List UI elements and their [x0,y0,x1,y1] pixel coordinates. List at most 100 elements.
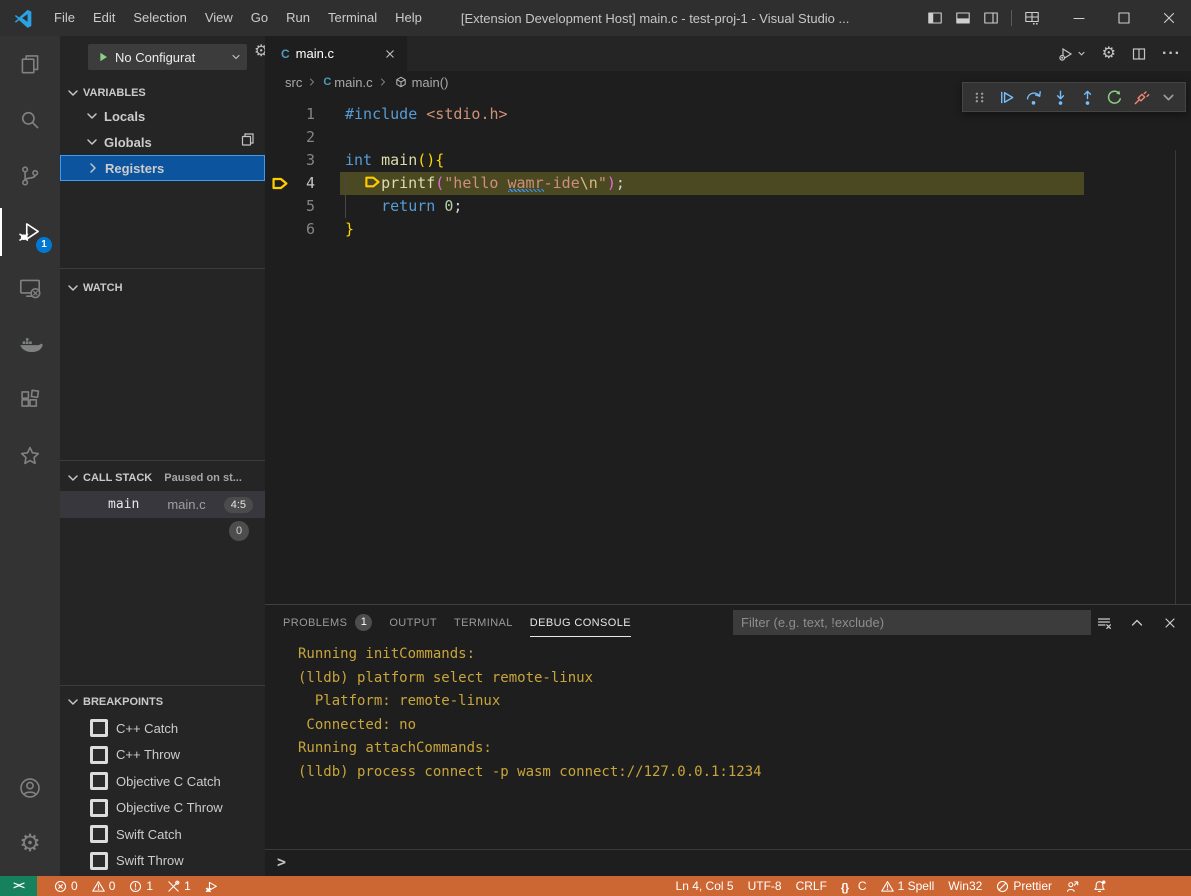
frame-function: main [108,497,139,512]
activity-item-extensions[interactable] [0,372,60,428]
minimize-button[interactable] [1056,0,1101,36]
start-debugging-icon[interactable] [96,50,110,64]
status-warnings[interactable]: 0 [85,876,123,896]
breakpoint-checkbox[interactable] [90,746,108,764]
breadcrumb-item[interactable]: src [285,75,302,90]
code-area[interactable]: 1#include <stdio.h>23int main(){4 printf… [265,93,1191,604]
launch-configuration-dropdown[interactable]: No Configurat [88,44,247,70]
stack-frame-row[interactable]: main main.c 4:5 [60,491,265,518]
status-notifications[interactable] [1086,876,1113,896]
run-or-debug-button[interactable] [1058,46,1087,62]
debug-stackframe-pointer-icon[interactable] [270,174,289,193]
activity-item-accounts[interactable] [0,760,60,816]
status-debug-indicator[interactable] [198,876,225,896]
layout-sidebar-right-icon[interactable] [983,10,999,26]
clear-console-icon[interactable] [1096,615,1112,631]
variables-scope-registers[interactable]: Registers [60,155,265,181]
breakpoints-section-header[interactable]: BREAKPOINTS [60,691,265,713]
gripper-icon [966,85,993,109]
menu-help[interactable]: Help [386,0,431,36]
inline-breakpoint-icon[interactable] [363,173,381,191]
editor-scrollbar[interactable] [1175,150,1176,655]
section-divider[interactable] [60,685,265,686]
console-filter-input[interactable] [733,610,1091,635]
breakpoint-row-objective-c-catch[interactable]: Objective C Catch [60,768,265,794]
call-stack-section-header[interactable]: CALL STACK Paused on st... [60,467,265,489]
breakpoint-row-c-throw[interactable]: C++ Throw [60,742,265,768]
close-tab-icon[interactable] [383,47,397,61]
menu-view[interactable]: View [196,0,242,36]
menu-edit[interactable]: Edit [84,0,124,36]
menu-go[interactable]: Go [242,0,277,36]
maximize-panel-icon[interactable] [1129,615,1145,631]
debug-console-output[interactable]: Running initCommands:(lldb) platform sel… [265,643,1191,846]
layout-panel-icon[interactable] [955,10,971,26]
activity-item-source-control[interactable] [0,148,60,204]
activity-item-favorites[interactable] [0,428,60,484]
breakpoint-label: Swift Catch [116,827,182,842]
step-over-icon[interactable] [1020,85,1047,109]
layout-sidebar-left-icon[interactable] [927,10,943,26]
restart-icon[interactable] [1101,85,1128,109]
maximize-button[interactable] [1101,0,1146,36]
breakpoint-row-c-catch[interactable]: C++ Catch [60,715,265,741]
activity-item-remote-explorer[interactable] [0,260,60,316]
panel-tab-problems[interactable]: PROBLEMS1 [283,605,372,640]
activity-item-run-and-debug[interactable]: 1 [0,204,60,260]
status-eol[interactable]: CRLF [789,876,834,896]
status-prettier[interactable]: Prettier [989,876,1059,896]
activity-item-explorer[interactable] [0,36,60,92]
breakpoint-checkbox[interactable] [90,799,108,817]
continue-icon[interactable] [993,85,1020,109]
status-errors[interactable]: 0 [47,876,85,896]
breakpoint-checkbox[interactable] [90,772,108,790]
status-platform[interactable]: Win32 [941,876,989,896]
breakpoint-row-objective-c-throw[interactable]: Objective C Throw [60,795,265,821]
remote-indicator[interactable]: >< [0,876,37,896]
disconnect-icon[interactable] [1128,85,1155,109]
status-encoding[interactable]: UTF-8 [741,876,789,896]
breakpoint-checkbox[interactable] [90,719,108,737]
variables-section-header[interactable]: VARIABLES [60,82,265,104]
status-spell-checker[interactable]: 1 Spell [874,876,942,896]
window-controls [921,0,1191,36]
activity-item-docker[interactable] [0,316,60,372]
close-button[interactable] [1146,0,1191,36]
layout-controls [921,10,1005,26]
panel-tab-debug-console[interactable]: DEBUG CONSOLE [530,605,631,640]
menu-selection[interactable]: Selection [124,0,195,36]
menu-run[interactable]: Run [277,0,319,36]
status-language-mode[interactable]: {}C [834,876,874,896]
menu-file[interactable]: File [45,0,84,36]
section-divider[interactable] [60,460,265,461]
variables-scope-globals[interactable]: Globals [60,129,265,155]
breadcrumb-item[interactable]: main() [412,75,449,90]
step-out-icon[interactable] [1074,85,1101,109]
status-cursor-position[interactable]: Ln 4, Col 5 [669,876,741,896]
step-into-icon[interactable] [1047,85,1074,109]
panel-tab-terminal[interactable]: TERMINAL [454,605,513,640]
breadcrumb-item[interactable]: main.c [334,75,372,90]
activity-item-settings[interactable]: ⚙ [0,816,60,872]
menu-terminal[interactable]: Terminal [319,0,386,36]
split-editor-icon[interactable] [1131,46,1147,62]
debug-console-input[interactable]: > [265,849,1191,877]
layout-customize-icon[interactable] [1024,10,1040,26]
status-feedback[interactable] [1059,876,1086,896]
activity-item-search[interactable] [0,92,60,148]
breakpoint-checkbox[interactable] [90,825,108,843]
chevron-down-icon[interactable] [1155,85,1182,109]
breakpoint-row-swift-throw[interactable]: Swift Throw [60,848,265,874]
panel-tab-output[interactable]: OUTPUT [389,605,437,640]
breakpoint-row-swift-catch[interactable]: Swift Catch [60,821,265,847]
close-panel-icon[interactable] [1162,615,1178,631]
watch-section-header[interactable]: WATCH [60,277,265,299]
more-actions-icon[interactable]: ··· [1162,45,1181,63]
breakpoint-checkbox[interactable] [90,852,108,870]
section-divider[interactable] [60,268,265,269]
settings-gear-icon[interactable]: ⚙ [1102,46,1116,62]
status-infos[interactable]: 1 [122,876,160,896]
variables-scope-locals[interactable]: Locals [60,103,265,129]
status-tools-count[interactable]: 1 [160,876,198,896]
tab-main-c[interactable]: C main.c [265,36,407,71]
